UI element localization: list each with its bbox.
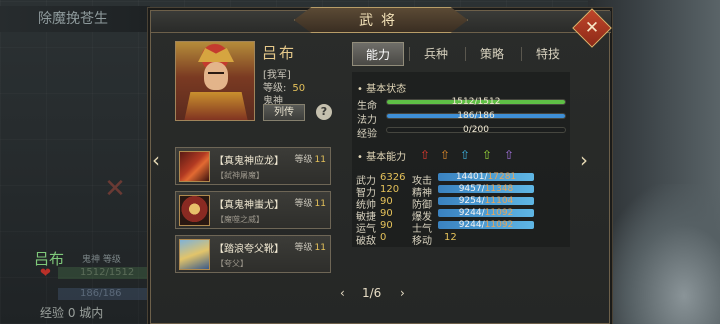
map-marker-icon: ✕ bbox=[104, 174, 126, 204]
tab-bar: 能力 兵种 策略 特技 bbox=[352, 42, 572, 66]
equipment-slot-armor[interactable]: 【真鬼神蚩尤】 等级 11 【魔噬之威】 bbox=[175, 191, 331, 229]
general-portrait bbox=[175, 41, 255, 121]
left-general-summary: 吕布 鬼神 等级 ❤ 1512/1512 186/186 经验 0 城内 bbox=[0, 238, 160, 324]
left-general-sub: 鬼神 等级 bbox=[82, 255, 121, 265]
combat-value: 9254/11104 bbox=[458, 196, 514, 206]
xp-label: 经验 bbox=[357, 129, 377, 140]
help-button[interactable]: ? bbox=[316, 104, 332, 120]
move-value: 12 bbox=[444, 232, 457, 243]
attr-value: 90 bbox=[380, 220, 393, 231]
pager-prev-button[interactable]: ‹ bbox=[340, 286, 345, 300]
combat-value: 9244/11092 bbox=[458, 208, 514, 218]
orange-up-arrow-icon[interactable]: ⇧ bbox=[440, 148, 450, 162]
hp-value: 1512/1512 bbox=[451, 97, 501, 107]
combat-value: 9244/11092 bbox=[458, 220, 514, 230]
attr-value: 90 bbox=[380, 208, 393, 219]
pager: ‹ 1/6 › bbox=[340, 286, 410, 302]
bio-button[interactable]: 列传 bbox=[263, 104, 305, 121]
general-name: 吕布 bbox=[262, 44, 297, 62]
combat-value: 14401/17281 bbox=[455, 172, 517, 182]
mp-label: 法力 bbox=[357, 115, 377, 126]
attr-value: 120 bbox=[380, 184, 400, 195]
combat-value: 9457/11348 bbox=[458, 184, 514, 194]
halberd-icon bbox=[179, 151, 210, 182]
close-icon: ✕ bbox=[584, 18, 600, 38]
red-up-arrow-icon[interactable]: ⇧ bbox=[420, 148, 430, 162]
cyan-up-arrow-icon[interactable]: ⇧ bbox=[460, 148, 470, 162]
attr-value: 6326 bbox=[380, 172, 406, 183]
prev-general-button[interactable]: ‹ bbox=[152, 148, 160, 172]
move-label: 移动 bbox=[412, 236, 432, 247]
left-hp-text: 1512/1512 bbox=[80, 267, 135, 278]
mp-value: 186/186 bbox=[457, 111, 495, 121]
tab-troops[interactable]: 兵种 bbox=[410, 42, 462, 66]
armor-icon bbox=[179, 195, 210, 226]
attr-value: 0 bbox=[380, 232, 387, 243]
left-mp-text: 186/186 bbox=[80, 288, 122, 299]
next-general-button[interactable]: › bbox=[580, 148, 588, 172]
tab-skills[interactable]: 特技 bbox=[522, 42, 574, 66]
tab-strategy[interactable]: 策略 bbox=[466, 42, 518, 66]
equipment-slot-weapon[interactable]: 【真鬼神应龙】 等级 11 【弑神屠魔】 bbox=[175, 147, 331, 185]
green-up-arrow-icon[interactable]: ⇧ bbox=[482, 148, 492, 162]
scene-title: 除魔挽苍生 bbox=[0, 6, 150, 32]
window-title: 武将 bbox=[294, 7, 468, 33]
tab-ability[interactable]: 能力 bbox=[352, 42, 404, 66]
pager-next-button[interactable]: › bbox=[400, 286, 405, 300]
attr-label: 破敌 bbox=[356, 236, 376, 247]
basic-ability-header: • 基本能力 bbox=[357, 152, 407, 163]
hp-label: 生命 bbox=[357, 101, 377, 112]
left-xp-text: 经验 0 城内 bbox=[40, 306, 104, 320]
xp-value: 0/200 bbox=[463, 125, 489, 135]
purple-up-arrow-icon[interactable]: ⇧ bbox=[504, 148, 514, 162]
equipment-slot-boots[interactable]: 【踏浪夸父靴】 等级 11 【夸父】 bbox=[175, 235, 331, 273]
attr-value: 90 bbox=[380, 196, 393, 207]
basic-status-header: • 基本状态 bbox=[357, 84, 407, 95]
boots-icon bbox=[179, 239, 210, 270]
scene-cloud bbox=[600, 184, 720, 324]
heart-icon: ❤ bbox=[40, 266, 51, 281]
pager-text: 1/6 bbox=[362, 286, 382, 300]
